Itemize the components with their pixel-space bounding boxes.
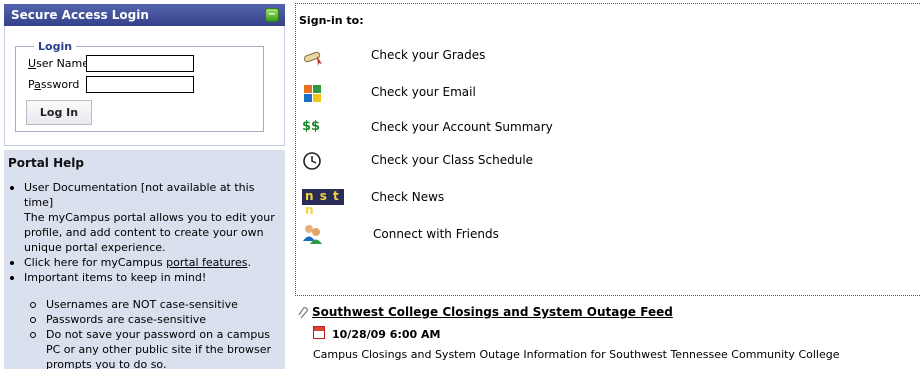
email-icon: [304, 85, 321, 102]
login-panel-header: Secure Access Login −: [4, 4, 285, 26]
login-panel: Login User Name Password Log In: [4, 26, 285, 146]
help-item-features: Click here for myCampus portal features.: [4, 255, 285, 270]
help-item-important: Important items to keep in mind! Usernam…: [4, 270, 285, 369]
signin-link-account[interactable]: $$ Check your Account Summary: [296, 116, 696, 146]
feed-description: Campus Closings and System Outage Inform…: [313, 348, 840, 361]
list-item: Usernames are NOT case-sensitive: [4, 297, 279, 312]
left-column: Secure Access Login − Login User Name Pa…: [4, 4, 285, 369]
portal-help-list: User Documentation [not available at thi…: [4, 170, 285, 369]
signin-title: Sign-in to:: [299, 14, 364, 27]
list-item: Do not save your password on a campus PC…: [4, 327, 279, 369]
login-button[interactable]: Log In: [26, 100, 92, 125]
signin-panel: Sign-in to: Check your Grades Check your…: [295, 3, 920, 296]
signin-link-email[interactable]: Check your Email: [296, 81, 696, 111]
feed-date: 10/28/09 6:00 AM: [332, 328, 441, 341]
signin-link-schedule[interactable]: Check your Class Schedule: [296, 149, 696, 179]
diploma-icon: [303, 51, 322, 66]
password-input[interactable]: [86, 76, 194, 93]
portal-help-title: Portal Help: [8, 156, 84, 170]
money-icon: $$: [302, 119, 321, 134]
signin-link-news[interactable]: n s t n Check News: [296, 184, 696, 217]
grades-link-label[interactable]: Check your Grades: [371, 48, 485, 62]
account-link-label[interactable]: Check your Account Summary: [371, 120, 553, 134]
news-link-label[interactable]: Check News: [371, 190, 444, 204]
news-icon: n s t n: [302, 187, 344, 217]
login-legend: Login: [38, 40, 73, 53]
password-label: Password: [28, 78, 80, 91]
signin-link-grades[interactable]: Check your Grades: [296, 44, 696, 74]
portal-features-link[interactable]: portal features: [166, 256, 247, 269]
username-input[interactable]: [86, 55, 194, 72]
news-feed: Southwest College Closings and System Ou…: [298, 300, 918, 369]
collapse-icon[interactable]: −: [265, 8, 279, 22]
clock-icon: [303, 152, 321, 170]
friends-icon: [303, 225, 322, 244]
feed-title-link[interactable]: Southwest College Closings and System Ou…: [312, 305, 673, 319]
portal-help-panel: Portal Help User Documentation [not avai…: [4, 150, 285, 369]
help-description: The myCampus portal allows you to edit y…: [24, 211, 275, 254]
email-link-label[interactable]: Check your Email: [371, 85, 476, 99]
login-panel-title: Secure Access Login: [11, 8, 149, 22]
login-fieldset: Login User Name Password Log In: [15, 40, 264, 132]
schedule-link-label[interactable]: Check your Class Schedule: [371, 153, 533, 167]
friends-link-label[interactable]: Connect with Friends: [373, 227, 499, 241]
signin-link-friends[interactable]: Connect with Friends: [296, 221, 696, 251]
list-item: Passwords are case-sensitive: [4, 312, 279, 327]
help-item-documentation: User Documentation [not available at thi…: [4, 180, 285, 255]
paperclip-icon: [298, 307, 308, 319]
important-items-list: Usernames are NOT case-sensitive Passwor…: [4, 297, 279, 369]
username-label: User Name: [28, 57, 90, 70]
calendar-icon: [313, 326, 325, 339]
